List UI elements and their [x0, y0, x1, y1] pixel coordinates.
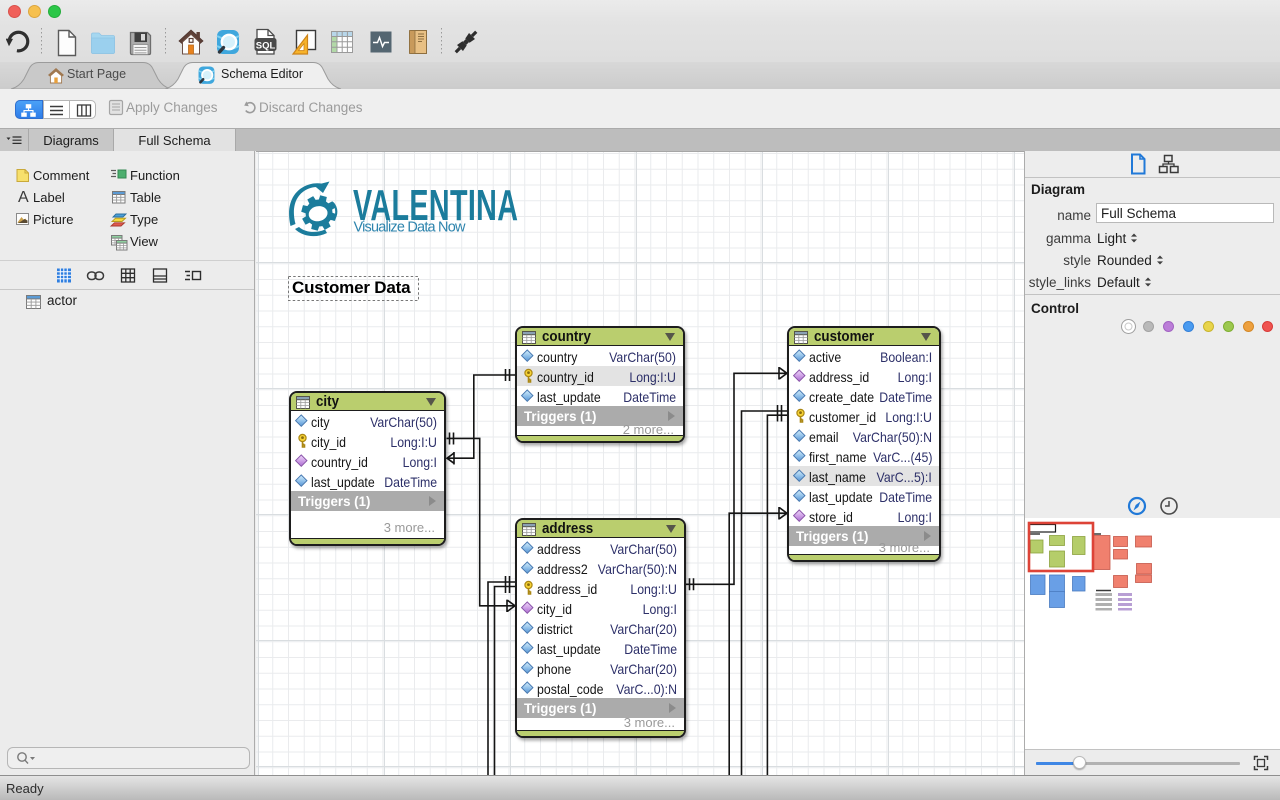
- svg-text:A: A: [18, 189, 29, 206]
- svg-text:SQL: SQL: [256, 40, 276, 51]
